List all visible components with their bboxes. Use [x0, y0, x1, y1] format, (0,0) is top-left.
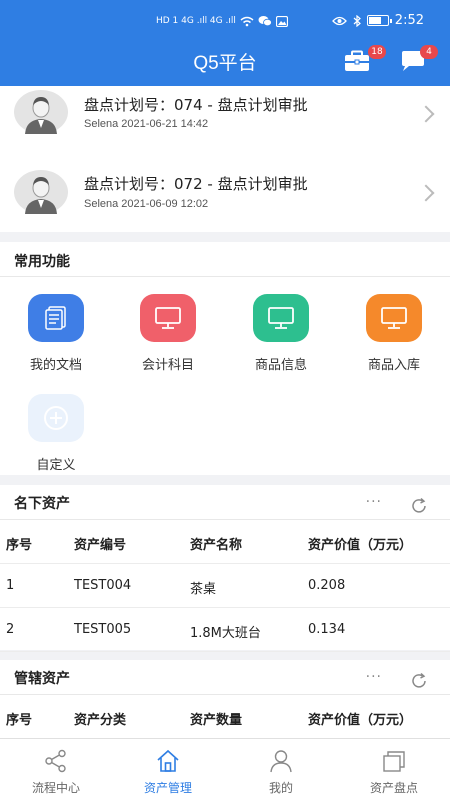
network-indicator: HD 1 4G .ıll 4G .ıll: [156, 16, 236, 26]
column-header: 资产价值（万元）: [308, 538, 413, 553]
more-button[interactable]: ···: [366, 669, 382, 685]
common-functions-panel: 常用功能 我的文档 会计科目 商品信息 商品入库 自定义: [0, 242, 450, 475]
message-item[interactable]: 盘点计划号：072 - 盘点计划审批 Selena 2021-06-09 12:…: [0, 160, 450, 234]
chat-badge: 4: [420, 45, 438, 59]
managed-assets-table: 序号 资产分类 资产数量 资产价值（万元）: [0, 695, 450, 739]
table-cell: 1.8M大班台: [190, 626, 261, 641]
func-label: 商品入库: [367, 358, 420, 373]
table-header: 序号 资产分类 资产数量 资产价值（万元）: [0, 695, 450, 739]
section-title: 管辖资产: [14, 671, 70, 687]
eye-icon: [331, 16, 347, 25]
column-header: 资产编号: [74, 538, 127, 553]
clock: 2:52: [394, 13, 424, 28]
message-title: 盘点计划号：072 - 盘点计划审批: [84, 175, 308, 193]
chat-button[interactable]: 4: [400, 45, 438, 74]
monitor-icon: [253, 294, 309, 342]
briefcase-button[interactable]: 18: [344, 45, 386, 74]
column-header: 资产名称: [190, 538, 243, 553]
table-cell: TEST005: [74, 622, 132, 637]
section-title: 常用功能: [14, 254, 70, 270]
message-list: 盘点计划号：074 - 盘点计划审批 Selena 2021-06-21 14:…: [0, 86, 450, 232]
message-meta: Selena 2021-06-09 12:02: [84, 198, 209, 210]
tab-label: 流程中心: [31, 781, 80, 795]
monitor-icon: [140, 294, 196, 342]
app-header: HD 1 4G .ıll 4G .ıll 2:52 Q5平台 18 4: [0, 0, 450, 86]
image-icon: [275, 15, 288, 27]
refresh-icon[interactable]: [410, 497, 428, 515]
owned-assets-table: 序号 资产编号 资产名称 资产价值（万元） 1 TEST004 茶桌 0.208…: [0, 520, 450, 652]
share-icon: [45, 749, 66, 773]
avatar: [14, 170, 68, 214]
network-status: HD 1 4G .ıll 4G .ıll: [156, 14, 288, 28]
plus-circle-icon: [28, 394, 84, 442]
document-icon: [28, 294, 84, 342]
column-header: 序号: [6, 713, 33, 728]
func-accounting-subjects[interactable]: 会计科目: [112, 294, 224, 373]
tab-label: 我的: [268, 781, 293, 795]
tab-process-center[interactable]: 流程中心: [0, 739, 112, 800]
column-header: 资产分类: [74, 713, 127, 728]
monitor-icon: [366, 294, 422, 342]
tab-asset-management[interactable]: 资产管理: [112, 739, 224, 800]
bottom-tab-bar: 流程中心 资产管理 我的 资产盘点: [0, 738, 450, 800]
refresh-icon[interactable]: [410, 672, 428, 690]
func-label: 自定义: [36, 458, 76, 473]
tab-asset-inventory[interactable]: 资产盘点: [338, 739, 450, 800]
table-row[interactable]: 1 TEST004 茶桌 0.208: [0, 564, 450, 608]
stack-icon: [383, 751, 405, 772]
func-label: 我的文档: [29, 358, 82, 373]
column-header: 资产价值（万元）: [308, 713, 413, 728]
wifi-icon: [240, 16, 254, 26]
table-cell: 1: [6, 578, 15, 593]
chevron-right-icon: [417, 105, 435, 123]
table-cell: 0.134: [308, 622, 346, 637]
home-icon: [157, 749, 179, 772]
func-label: 商品信息: [254, 358, 307, 373]
briefcase-badge: 18: [368, 45, 386, 59]
column-header: 资产数量: [190, 713, 243, 728]
table-header: 序号 资产编号 资产名称 资产价值（万元）: [0, 520, 450, 564]
func-label: 会计科目: [141, 358, 194, 373]
owned-assets-panel: 名下资产 ··· 序号 资产编号 资产名称 资产价值（万元） 1 TEST004…: [0, 485, 450, 652]
divider: [0, 276, 450, 277]
message-meta: Selena 2021-06-21 14:42: [84, 118, 209, 130]
more-button[interactable]: ···: [366, 494, 382, 510]
table-cell: TEST004: [74, 578, 132, 593]
bluetooth-icon: [353, 14, 361, 27]
message-item[interactable]: 盘点计划号：074 - 盘点计划审批 Selena 2021-06-21 14:…: [0, 86, 450, 160]
func-my-documents[interactable]: 我的文档: [0, 294, 112, 373]
status-right: 2:52: [331, 13, 424, 28]
tab-mine[interactable]: 我的: [225, 739, 337, 800]
briefcase-icon: [345, 50, 369, 71]
status-bar: HD 1 4G .ıll 4G .ıll 2:52: [0, 0, 450, 40]
avatar: [14, 90, 68, 134]
user-icon: [270, 750, 292, 773]
func-product-info[interactable]: 商品信息: [225, 294, 337, 373]
func-product-inbound[interactable]: 商品入库: [338, 294, 450, 373]
func-custom[interactable]: 自定义: [0, 394, 112, 473]
section-title: 名下资产: [14, 496, 70, 512]
managed-assets-panel: 管辖资产 ··· 序号 资产分类 资产数量 资产价值（万元）: [0, 660, 450, 740]
message-title: 盘点计划号：074 - 盘点计划审批: [84, 96, 308, 114]
table-cell: 茶桌: [190, 582, 217, 597]
table-cell: 0.208: [308, 578, 346, 593]
battery-icon: [366, 15, 392, 26]
table-cell: 2: [6, 622, 15, 637]
wechat-icon: [258, 16, 272, 27]
chevron-right-icon: [417, 184, 435, 202]
column-header: 序号: [6, 538, 33, 553]
tab-label: 资产管理: [143, 781, 192, 795]
table-row[interactable]: 2 TEST005 1.8M大班台 0.134: [0, 608, 450, 652]
tab-label: 资产盘点: [369, 781, 418, 795]
